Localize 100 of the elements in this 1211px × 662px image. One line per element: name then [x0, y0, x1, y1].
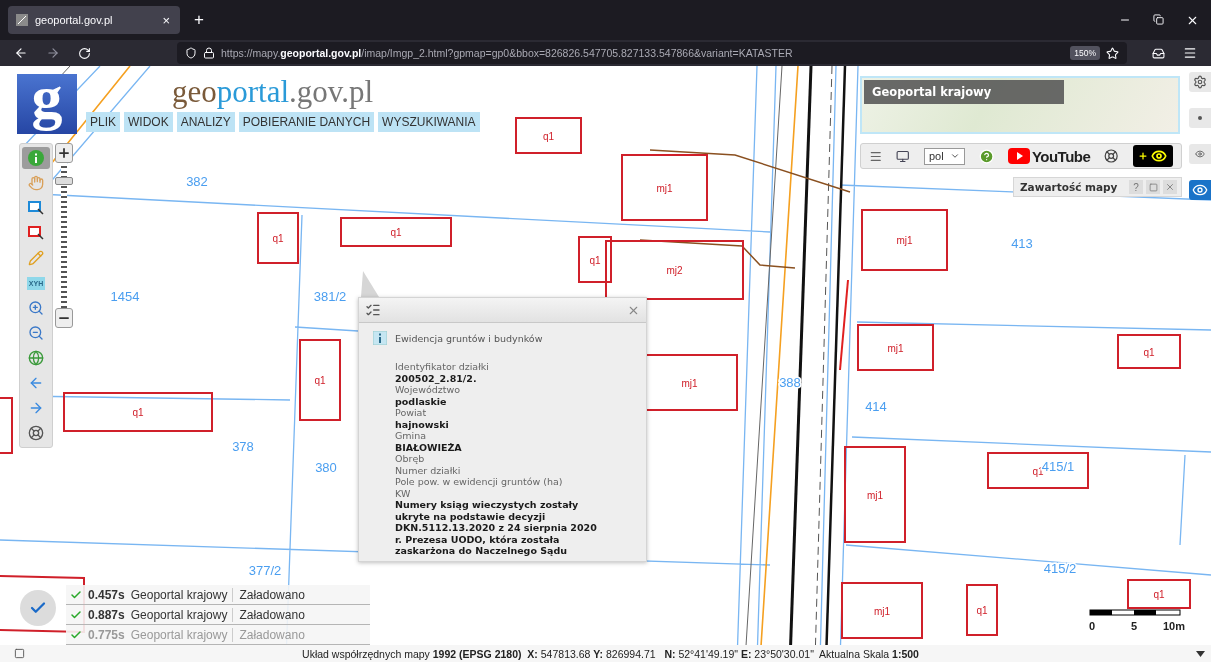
building-outline — [257, 212, 299, 264]
building-label: q1 — [976, 605, 988, 616]
logo-mark: g — [17, 74, 77, 134]
monitor-icon[interactable] — [896, 148, 910, 164]
rectangle-select-icon — [28, 200, 44, 216]
tab-close-button[interactable]: × — [160, 12, 172, 28]
plus-icon — [1138, 151, 1149, 161]
field-value: 200502_2.81/2. — [395, 372, 478, 384]
menu-item[interactable]: ANALIZY — [176, 112, 235, 132]
building-label: q1 — [272, 233, 284, 244]
parcel-number: 377/2 — [248, 563, 282, 578]
globe-icon — [28, 350, 44, 366]
building-label: q1 — [1153, 589, 1165, 600]
list-icon — [365, 302, 381, 318]
building-label: mj1 — [681, 377, 698, 389]
field-value: Numery ksiąg wieczystych zostały ukryte na podstawie decyzji DKN.5112.13.2020 z 24 sierpnia 2020 r. Prezesa UODO, która została zaskarżona do Naczelnego Sądu — [395, 499, 598, 557]
scale-label: 5 — [1130, 620, 1138, 632]
inbox-icon[interactable] — [1152, 46, 1165, 60]
layer-source: Geoportal krajowy — [130, 607, 234, 622]
layer-source: Geoportal krajowy — [130, 587, 234, 602]
zoom-out-icon — [28, 325, 44, 341]
building-label: mj2 — [666, 265, 683, 276]
field-label: Obręb — [395, 453, 426, 465]
parcel-number: 415/2 — [1043, 561, 1077, 576]
scale-label: 10m — [1163, 620, 1185, 632]
building-label: q1 — [314, 375, 326, 386]
url-text: https://mapy.geoportal.gov.pl/imap/Imgp_2.html?gpmap=gp0&bbox=826826.547705.827133.547866&variant=KATASTER — [221, 47, 794, 59]
help-button[interactable]: ? — [1129, 180, 1143, 194]
building-label: q1 — [542, 130, 555, 142]
building-label: q1 — [390, 227, 402, 238]
browser-tab[interactable]: geoportal.gov.pl × — [8, 6, 180, 34]
map-contents-title: Zawartość mapy — [1020, 181, 1119, 193]
field-value: hajnowski — [395, 418, 450, 430]
field-label: Pole pow. w ewidencji gruntów (ha) — [395, 476, 564, 488]
bookmark-star-icon[interactable] — [1106, 46, 1119, 60]
menu-item[interactable]: POBIERANIE DANYCH — [238, 112, 375, 132]
field-label: Gmina — [395, 430, 428, 442]
parcel-number: 415/1 — [1041, 459, 1075, 474]
scale-label: 0 — [1088, 620, 1096, 632]
field-value: podlaskie — [395, 395, 448, 407]
reload-icon[interactable] — [78, 46, 91, 60]
address-field[interactable]: https://mapy.geoportal.gov.pl/imap/Imgp_2.html?gpmap=gp0&bbox=826826.547705.827133.547866&variant=KATASTER 150% — [177, 42, 1127, 64]
menu-item[interactable]: PLIK — [86, 112, 120, 132]
favicon-icon — [16, 14, 28, 26]
back-icon[interactable] — [14, 46, 28, 60]
building-label: mj1 — [866, 489, 884, 501]
list-back-button[interactable] — [365, 302, 381, 318]
building-label: mj1 — [873, 605, 891, 617]
close-icon — [1165, 182, 1175, 192]
close-button[interactable] — [1163, 180, 1177, 194]
side-button[interactable] — [1189, 180, 1211, 200]
youtube-link[interactable]: YouTube — [1007, 147, 1091, 165]
accessibility-button[interactable] — [1132, 145, 1173, 167]
eye-icon — [1192, 182, 1208, 198]
building-label: q1 — [1032, 465, 1044, 477]
plus-icon — [57, 146, 71, 160]
eye-icon — [1195, 149, 1205, 159]
info-icon — [373, 331, 387, 345]
building-outline — [1127, 579, 1191, 609]
load-time: 0.457s — [88, 587, 125, 602]
zoom-in-button[interactable] — [55, 143, 73, 163]
zoom-out-button[interactable] — [55, 308, 73, 328]
triangle-icon[interactable] — [1196, 650, 1205, 657]
building-label: mj1 — [887, 342, 904, 354]
check-icon — [70, 608, 82, 621]
restore-icon[interactable] — [1153, 13, 1164, 25]
building-outline — [966, 584, 998, 636]
building-label: q1 — [589, 254, 601, 266]
language-select[interactable]: pol — [923, 147, 965, 165]
layers-loaded-button[interactable] — [20, 590, 56, 626]
logo-text: geoportal.gov.pl — [172, 74, 374, 110]
menu-item[interactable]: WIDOK — [124, 112, 173, 132]
new-tab-button[interactable]: + — [188, 10, 210, 30]
corner-icon[interactable] — [14, 648, 25, 659]
tool-button[interactable] — [22, 147, 50, 169]
pencil-icon — [28, 250, 44, 266]
side-button[interactable] — [1189, 72, 1211, 92]
shield-icon — [185, 47, 197, 59]
compass-icon — [28, 425, 44, 441]
menu-icon[interactable] — [1183, 46, 1197, 60]
side-button[interactable] — [1189, 108, 1211, 128]
basemap-thumbnail[interactable]: Geoportal krajowy — [860, 76, 1180, 134]
menu-item[interactable]: WYSZUKIWANIA — [378, 112, 480, 132]
layer-source: Geoportal krajowy — [130, 627, 234, 642]
load-status: Załadowano — [239, 607, 305, 622]
building-label: q1 — [1143, 346, 1155, 358]
zoom-slider-thumb[interactable] — [55, 176, 73, 185]
hand-icon — [28, 175, 44, 191]
field-label: Identyfikator działki — [395, 361, 490, 373]
forward-icon[interactable] — [46, 46, 60, 60]
parcel-number: 413 — [1011, 236, 1033, 251]
lock-icon — [203, 47, 215, 59]
help-icon[interactable] — [978, 147, 994, 165]
zoom-badge[interactable]: 150% — [1070, 46, 1100, 60]
dot-icon — [1198, 116, 1202, 120]
chevron-down-icon — [949, 151, 960, 161]
zoom-in-icon — [28, 300, 44, 316]
wheel-icon[interactable] — [1104, 148, 1119, 164]
side-button[interactable] — [1189, 144, 1211, 164]
building-outline — [1117, 334, 1181, 369]
